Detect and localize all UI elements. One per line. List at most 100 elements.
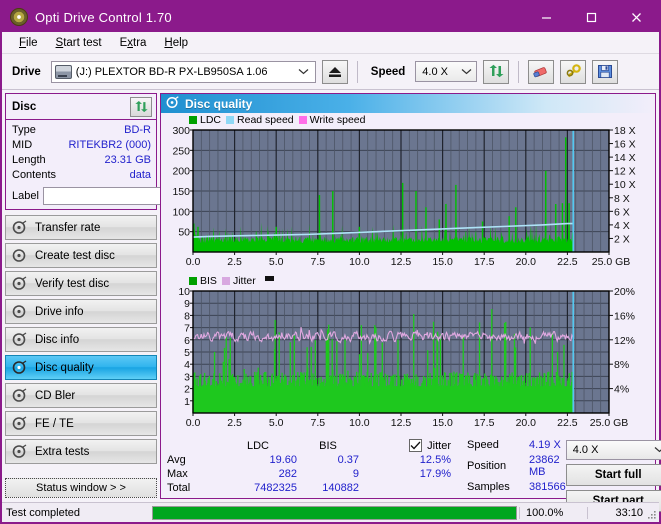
status-window-button[interactable]: Status window > > (5, 478, 157, 498)
eject-button[interactable] (321, 59, 348, 84)
sidebar-item-disc-quality[interactable]: Disc quality (5, 355, 157, 380)
speed-select-value: 4.0 X (422, 65, 448, 78)
svg-text:3: 3 (184, 371, 190, 383)
eraser-button[interactable] (528, 59, 555, 84)
sidebar-item-transfer-rate[interactable]: Transfer rate (5, 215, 157, 240)
sidebar-item-fe-te[interactable]: FE / TE (5, 411, 157, 436)
maximize-icon[interactable] (569, 2, 614, 32)
sidebar-item-extra-tests[interactable]: Extra tests (5, 439, 157, 464)
menu-file[interactable]: FFileile (10, 35, 47, 51)
menu-bar: FFileile Start test Extra Help (2, 32, 659, 54)
disc-icon (12, 444, 27, 459)
svg-text:2.5: 2.5 (227, 256, 242, 268)
svg-text:5.0: 5.0 (269, 256, 284, 268)
sidebar-item-create-test-disc[interactable]: Create test disc (5, 243, 157, 268)
drive-select-value: (J:) PLEXTOR BD-R PX-LB950SA 1.06 (75, 65, 268, 78)
stats-row-avg-ldc: 19.60 (269, 454, 297, 466)
refresh-button[interactable] (483, 59, 510, 84)
disc-row-mid: MID RITEKBR2 (000) (12, 138, 151, 153)
jitter-checkbox[interactable] (409, 439, 423, 452)
disc-icon (12, 248, 27, 263)
disc-icon (12, 276, 27, 291)
disc-row-contents-key: Contents (12, 169, 57, 181)
status-message: Test completed (6, 506, 80, 519)
window-controls (524, 2, 659, 32)
ldc-chart[interactable]: 300 250 200 150 100 50 18 X 16 X 14 X 12 X 10 X 8 X… (161, 126, 655, 274)
start-full-button[interactable]: Start full (565, 464, 661, 486)
svg-text:25.0 GB: 25.0 GB (590, 417, 629, 429)
disc-icon (12, 360, 27, 375)
svg-text:0.0: 0.0 (186, 256, 201, 268)
sidebar-item-cd-bler[interactable]: CD Bler (5, 383, 157, 408)
sidebar-item-label: FE / TE (35, 417, 74, 430)
disc-panel-title: Disc (12, 101, 37, 113)
sidebar-item-drive-info[interactable]: Drive info (5, 299, 157, 324)
key-button[interactable] (560, 59, 587, 84)
disc-row-length: Length 23.31 GB (12, 153, 151, 168)
svg-text:16 X: 16 X (614, 139, 636, 151)
svg-text:4: 4 (184, 359, 190, 371)
disc-icon (12, 304, 27, 319)
stats-row-avg-jitter: 12.5% (419, 454, 451, 466)
disc-icon (12, 388, 27, 403)
stats-row-max-jitter: 17.9% (419, 468, 451, 480)
sidebar-item-label: Transfer rate (35, 221, 101, 234)
legend-swatch-read-speed (226, 116, 235, 124)
disc-row-mid-key: MID (12, 139, 33, 151)
svg-text:9: 9 (184, 298, 190, 310)
test-speed-select[interactable]: 4.0 X (565, 440, 661, 460)
stats-speed-value: 4.19 X (529, 439, 561, 451)
svg-text:6 X: 6 X (614, 206, 630, 218)
sidebar-item-label: Drive info (35, 305, 84, 318)
svg-text:22.5: 22.5 (557, 417, 578, 429)
sidebar: Disc Type BD-R MID RITEKBR2 (000) Length… (5, 93, 246, 499)
svg-text:7.5: 7.5 (310, 256, 325, 268)
resize-grip[interactable] (646, 509, 656, 519)
stats-row-max-bis: 9 (352, 468, 359, 480)
svg-text:6: 6 (184, 335, 190, 347)
test-speed-select-value: 4.0 X (572, 444, 599, 456)
stats-header-bis: BIS (319, 439, 337, 452)
svg-text:18 X: 18 X (614, 126, 636, 137)
minimize-icon[interactable] (524, 2, 569, 32)
stats-header-jitter: Jitter (409, 439, 451, 452)
svg-text:8%: 8% (614, 359, 629, 371)
menu-start-test[interactable]: Start test (47, 35, 111, 51)
disc-icon (12, 220, 27, 235)
bis-chart-legend: BIS Jitter (161, 274, 655, 287)
progress-bar (152, 505, 517, 520)
svg-text:15.0: 15.0 (432, 417, 453, 429)
svg-text:2 X: 2 X (614, 233, 630, 245)
menu-help[interactable]: Help (155, 35, 197, 51)
drive-select[interactable]: (J:) PLEXTOR BD-R PX-LB950SA 1.06 (50, 60, 316, 83)
sidebar-item-verify-test-disc[interactable]: Verify test disc (5, 271, 157, 296)
disc-icon (12, 416, 27, 431)
speed-select[interactable]: 4.0 X (415, 61, 478, 82)
disc-refresh-button[interactable] (130, 97, 152, 117)
close-icon[interactable] (614, 2, 659, 32)
window-title: Opti Drive Control 1.70 (35, 9, 172, 25)
sidebar-item-disc-info[interactable]: Disc info (5, 327, 157, 352)
bis-chart[interactable]: 10 9 8 7 6 5 4 3 2 1 20% 16% 12% 8% 4% 0.0 2.5 5.0 7.5 10.0… (161, 287, 655, 435)
legend-label-read-speed: Read speed (237, 114, 294, 126)
svg-text:100: 100 (172, 206, 190, 218)
legend-label-write-speed: Write speed (309, 114, 366, 126)
svg-text:8 X: 8 X (614, 193, 630, 205)
disc-quality-panel: Disc quality LDC Read speed Write speed … (160, 93, 661, 512)
legend-entry-bis: BIS (189, 275, 217, 287)
disc-row-contents-value: data (129, 169, 151, 181)
menu-extra[interactable]: Extra (111, 35, 156, 51)
svg-text:22.5: 22.5 (557, 256, 578, 268)
sidebar-item-label: Disc quality (35, 361, 94, 374)
legend-entry-jitter: Jitter (221, 275, 256, 287)
save-button[interactable] (592, 59, 619, 84)
disc-icon (12, 332, 27, 347)
legend-swatch-jitter (221, 277, 230, 285)
progress-percent: 100.0% (519, 506, 587, 519)
sidebar-nav: Transfer rate Create test disc Verify te… (5, 215, 157, 464)
svg-text:20%: 20% (614, 287, 635, 298)
legend-label-ldc: LDC (200, 114, 222, 126)
panel-header: Disc quality (161, 94, 655, 113)
svg-text:12 X: 12 X (614, 166, 636, 178)
svg-text:10.0: 10.0 (349, 417, 370, 429)
